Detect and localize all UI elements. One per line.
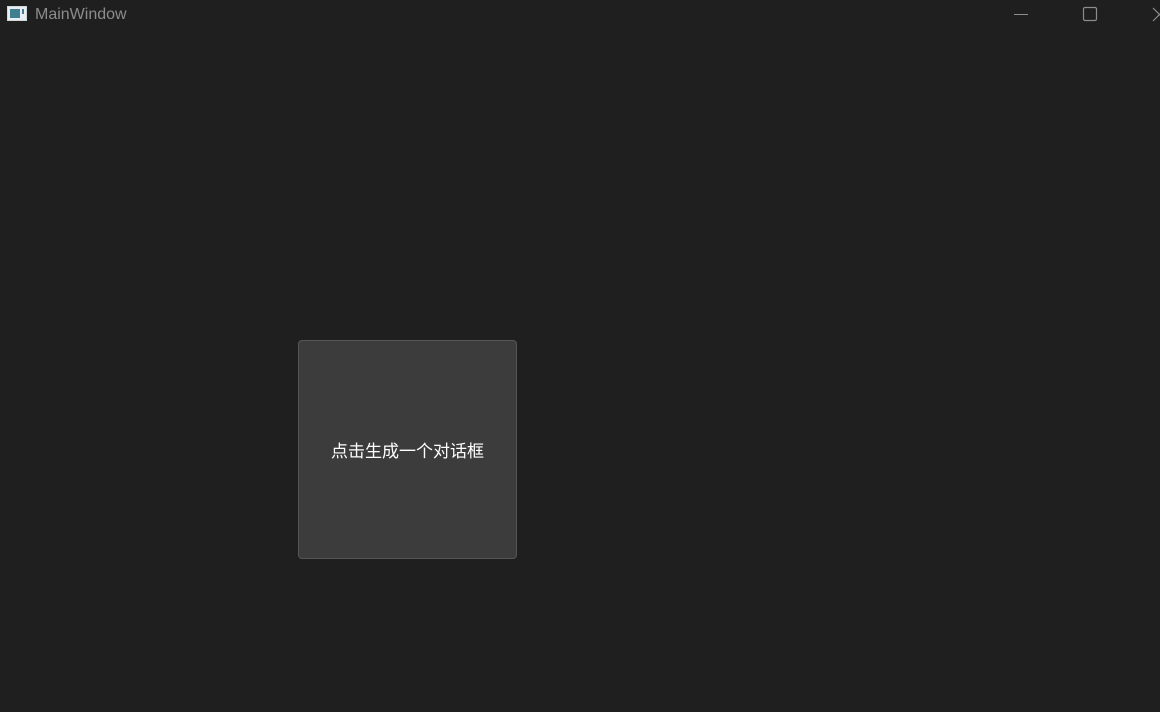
maximize-button[interactable]	[1066, 0, 1112, 30]
minimize-icon	[1014, 14, 1028, 15]
app-window-icon	[7, 6, 27, 21]
main-window: MainWindow 点击生成一个对话框	[0, 0, 1160, 712]
title-bar[interactable]: MainWindow	[0, 0, 1160, 30]
open-dialog-button[interactable]: 点击生成一个对话框	[298, 340, 517, 559]
window-title: MainWindow	[35, 6, 127, 23]
maximize-icon	[1082, 6, 1098, 22]
close-button[interactable]	[1134, 0, 1160, 30]
minimize-button[interactable]	[998, 0, 1044, 30]
open-dialog-button-label: 点击生成一个对话框	[331, 442, 484, 461]
close-icon	[1152, 7, 1160, 22]
